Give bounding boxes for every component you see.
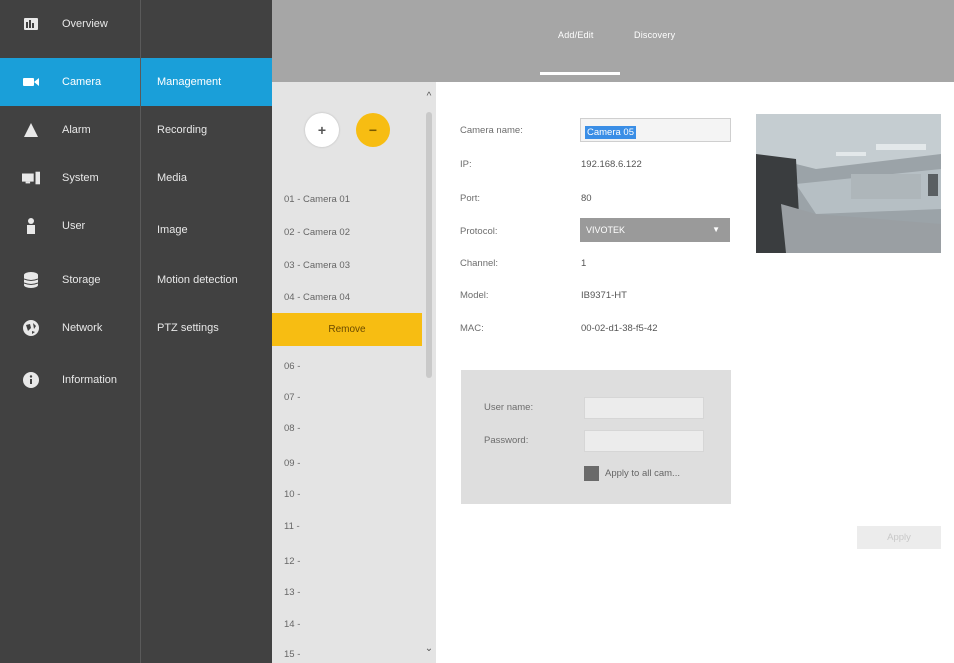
subnav-item-ptz-settings[interactable]: PTZ settings: [141, 304, 273, 352]
mac-label: MAC:: [460, 323, 484, 334]
nav-item-label: Camera: [62, 76, 102, 88]
remove-mode-button[interactable]: −: [356, 113, 390, 147]
app-window: Overview Camera Alarm System User Storag…: [0, 0, 954, 663]
apply-button[interactable]: Apply: [857, 526, 941, 549]
nav-item-overview[interactable]: Overview: [0, 0, 140, 48]
nav-item-storage[interactable]: Storage: [0, 256, 140, 304]
alarm-icon: [22, 121, 40, 139]
list-item[interactable]: 09 -: [272, 447, 422, 480]
apply-to-all-checkbox[interactable]: [584, 466, 599, 481]
apply-to-all-label: Apply to all cam...: [605, 468, 680, 479]
camera-name-input[interactable]: Camera 05: [580, 118, 731, 142]
list-item[interactable]: 03 - Camera 03: [272, 249, 422, 282]
nav-item-label: Network: [62, 322, 103, 334]
user-icon: [22, 217, 40, 235]
nav-item-label: User: [62, 220, 86, 232]
nav-item-label: Storage: [62, 274, 101, 286]
list-item[interactable]: 04 - Camera 04: [272, 281, 422, 314]
camera-name-value: Camera 05: [585, 126, 636, 139]
ip-label: IP:: [460, 159, 472, 170]
port-value: 80: [581, 193, 592, 204]
list-item[interactable]: 11 -: [272, 510, 422, 543]
subnav-item-motion-detection[interactable]: Motion detection: [141, 256, 273, 304]
tab-add-edit[interactable]: Add/Edit: [558, 30, 594, 40]
network-icon: [22, 319, 40, 337]
nav-item-system[interactable]: System: [0, 154, 140, 202]
list-item[interactable]: 01 - Camera 01: [272, 183, 422, 216]
model-label: Model:: [460, 290, 489, 301]
mac-value: 00-02-d1-38-f5-42: [581, 323, 658, 334]
add-camera-button[interactable]: +: [305, 113, 339, 147]
nav-item-label: Overview: [62, 18, 108, 30]
camera-icon: [22, 73, 40, 91]
list-item[interactable]: 06 -: [272, 350, 422, 383]
list-item[interactable]: 02 - Camera 02: [272, 216, 422, 249]
nav-item-label: Alarm: [62, 124, 91, 136]
protocol-value: VIVOTEK: [586, 225, 626, 235]
port-label: Port:: [460, 193, 481, 204]
camera-name-label: Camera name:: [460, 125, 523, 136]
username-label: User name:: [484, 402, 534, 413]
nav-item-network[interactable]: Network: [0, 304, 140, 352]
list-item[interactable]: 07 -: [272, 381, 422, 414]
system-icon: [22, 169, 40, 187]
list-item[interactable]: 13 -: [272, 576, 422, 609]
protocol-select[interactable]: VIVOTEK ▼: [580, 218, 730, 242]
remove-camera-button[interactable]: Remove: [272, 313, 422, 346]
top-header: [272, 0, 954, 82]
ip-value: 192.168.6.122: [581, 159, 642, 170]
storage-icon: [22, 271, 40, 289]
information-icon: [22, 371, 40, 389]
chevron-down-icon: ▼: [712, 225, 720, 234]
scrollbar-thumb[interactable]: [426, 112, 432, 378]
preview-image: [756, 114, 941, 253]
tab-discovery[interactable]: Discovery: [634, 30, 675, 40]
list-item[interactable]: 14 -: [272, 608, 422, 641]
nav-item-alarm[interactable]: Alarm: [0, 106, 140, 154]
subnav-item-media[interactable]: Media: [141, 154, 273, 202]
scroll-down-icon[interactable]: ⌄: [424, 644, 434, 654]
password-input[interactable]: [584, 430, 704, 452]
channel-value: 1: [581, 258, 587, 269]
nav-item-user[interactable]: User: [0, 202, 140, 250]
active-tab-indicator: [540, 72, 620, 75]
subnav-item-recording[interactable]: Recording: [141, 106, 273, 154]
channel-label: Channel:: [460, 258, 499, 269]
list-item[interactable]: 08 -: [272, 412, 422, 445]
main-nav: Overview Camera Alarm System User Storag…: [0, 0, 140, 663]
username-input[interactable]: [584, 397, 704, 419]
subnav-item-image[interactable]: Image: [141, 206, 273, 254]
scroll-up-icon[interactable]: ^: [424, 92, 434, 102]
password-label: Password:: [484, 435, 529, 446]
subnav-item-management[interactable]: Management: [141, 58, 273, 106]
camera-preview: [756, 114, 941, 253]
nav-item-label: Information: [62, 374, 118, 386]
model-value: IB9371-HT: [581, 290, 627, 301]
overview-icon: [22, 15, 40, 33]
sub-nav: Management Recording Media Image Motion …: [140, 0, 273, 663]
list-item[interactable]: 12 -: [272, 545, 422, 578]
nav-item-label: System: [62, 172, 99, 184]
nav-item-camera[interactable]: Camera: [0, 58, 140, 106]
list-item[interactable]: 15 -: [272, 638, 422, 663]
list-item[interactable]: 10 -: [272, 478, 422, 511]
protocol-label: Protocol:: [460, 226, 498, 237]
nav-item-information[interactable]: Information: [0, 356, 140, 404]
